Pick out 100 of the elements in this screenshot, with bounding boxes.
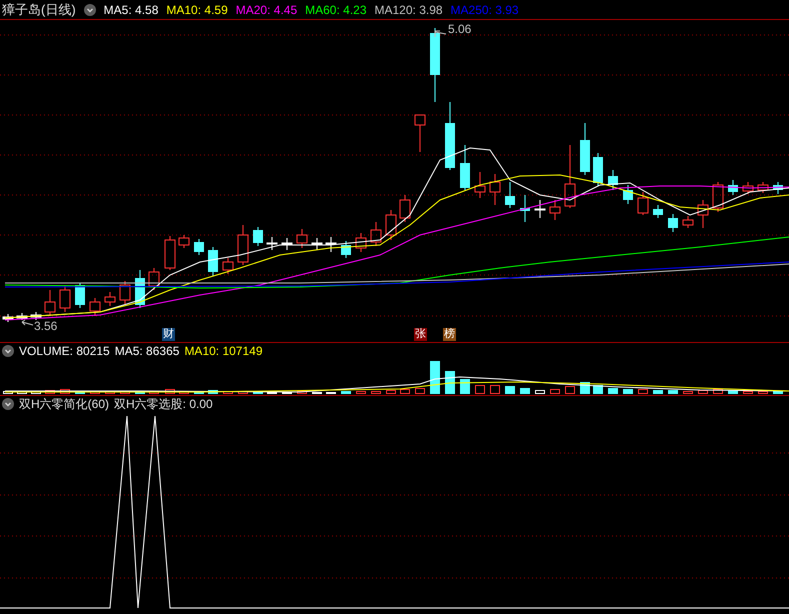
volume-bar (400, 389, 410, 394)
volume-bar (223, 391, 233, 394)
indicator-legend-text: 双H六零选股: 0.00 (114, 398, 213, 410)
volume-bar (149, 391, 159, 394)
candlestick (312, 238, 322, 250)
volume-bar (356, 391, 366, 394)
candlestick (490, 174, 500, 206)
candlestick (638, 192, 648, 216)
candlestick (356, 232, 366, 252)
volume-bar (668, 390, 678, 394)
candlestick (75, 282, 85, 308)
event-marker[interactable]: 财 (162, 328, 175, 341)
volume-bar (728, 390, 738, 394)
candlestick (44, 290, 56, 316)
candlestick (460, 144, 470, 190)
candlestick (148, 268, 160, 290)
low-price-label: 3.56 (34, 319, 58, 333)
candlestick (164, 236, 176, 270)
indicator-legend-text: 双H六零简化(60) (19, 398, 110, 410)
chevron-down-icon[interactable] (84, 4, 96, 16)
candlestick (135, 270, 145, 308)
candlestick (414, 114, 426, 152)
volume-bar (165, 389, 175, 394)
ma-legend-value: MA120: 3.98 (374, 4, 443, 16)
volume-bar (550, 389, 560, 394)
candlestick (623, 184, 633, 204)
volume-bar (653, 390, 663, 394)
volume-bar (623, 389, 633, 394)
volume-bar (415, 388, 425, 394)
volume-bar (773, 391, 783, 394)
candlestick (758, 182, 768, 194)
candlestick (341, 240, 351, 258)
candlestick (266, 236, 278, 250)
volume-bar (105, 391, 115, 394)
volume-bar (371, 391, 381, 394)
candlestick (282, 238, 292, 250)
candlestick (505, 182, 515, 208)
chart-title: 獐子岛(日线) (2, 3, 76, 16)
event-marker[interactable]: 张 (414, 328, 427, 341)
candlestick (712, 182, 724, 212)
candlestick (682, 216, 694, 228)
volume-bar (386, 390, 396, 394)
candlestick (60, 286, 70, 312)
volume-bar (638, 389, 648, 394)
volume-bar (45, 390, 55, 394)
candlestick (253, 226, 263, 246)
ma-legend-value: MA5: 4.58 (104, 4, 158, 16)
volume-bar (60, 389, 70, 394)
chevron-down-icon[interactable] (2, 398, 14, 410)
volume-bar (253, 391, 263, 394)
volume-bar (460, 379, 470, 394)
volume-bar (565, 386, 575, 394)
volume-bar (120, 391, 130, 394)
volume-bar (341, 391, 351, 394)
volume-bar (475, 385, 485, 394)
volume-bar (743, 391, 753, 394)
candlestick (16, 312, 28, 320)
volume-bar (179, 391, 189, 394)
ma-legend-value: MA250: 3.93 (450, 4, 519, 16)
event-marker[interactable]: 榜 (443, 328, 456, 341)
candlestick (550, 200, 560, 220)
ma-legend-value: MA10: 4.59 (166, 4, 228, 16)
candlestick (90, 298, 100, 316)
candlestick (120, 280, 130, 304)
volume-legend-value: MA10: 107149 (184, 345, 262, 357)
candlestick (564, 144, 576, 208)
volume-bar (758, 391, 768, 394)
candlestick (534, 200, 546, 218)
volume-bar (698, 390, 708, 394)
ma-legend-value: MA20: 4.45 (236, 4, 298, 16)
candlestick (520, 194, 530, 222)
volume-bar (520, 388, 530, 394)
volume-legend-value: VOLUME: 80215 (19, 345, 110, 357)
arrow-icon (22, 320, 34, 326)
candlestick (728, 180, 738, 196)
volume-legend-value: MA5: 86365 (114, 345, 180, 357)
candlestick (773, 182, 783, 194)
volume-bar (208, 390, 218, 394)
candlestick (222, 258, 234, 274)
candlestick (194, 238, 204, 256)
candlestick (742, 182, 754, 194)
candlestick (2, 314, 14, 322)
candlestick (326, 236, 336, 252)
chevron-down-icon[interactable] (2, 345, 14, 357)
candlestick (698, 200, 708, 228)
ma-legend-value: MA60: 4.23 (305, 4, 366, 16)
candlestick (668, 214, 678, 232)
candlestick (386, 210, 396, 240)
volume-bar (430, 361, 440, 394)
candlestick (653, 204, 663, 218)
candlestick (580, 122, 590, 176)
volume-bar (238, 391, 248, 394)
candlestick (208, 246, 218, 276)
volume-bar (90, 391, 100, 394)
volume-bar (713, 389, 723, 394)
volume-bar (490, 385, 500, 394)
candlestick (400, 194, 410, 222)
volume-bar (445, 371, 455, 394)
volume-bar (535, 390, 545, 394)
candlestick (445, 102, 455, 170)
